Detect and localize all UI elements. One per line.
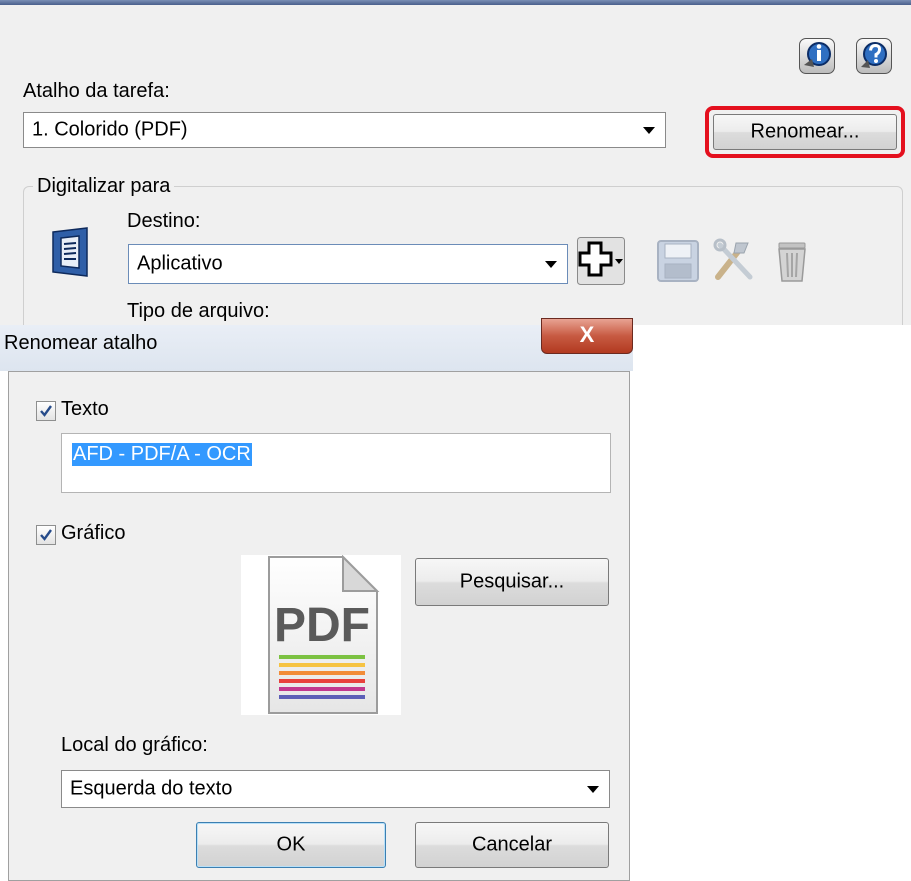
chevron-down-icon — [545, 261, 557, 268]
rename-button[interactable]: Renomear... — [713, 114, 897, 150]
scan-to-group-label: Digitalizar para — [33, 175, 175, 198]
text-checkbox-label: Texto — [61, 398, 109, 420]
task-shortcut-dropdown[interactable]: 1. Colorido (PDF) — [23, 112, 666, 148]
pdf-graphic-text: PDF — [274, 599, 370, 652]
cancel-button[interactable]: Cancelar — [415, 822, 609, 868]
ok-button[interactable]: OK — [196, 822, 386, 868]
chevron-down-icon — [587, 786, 599, 793]
dialog-title: Renomear atalho — [4, 332, 158, 354]
window-top-border — [0, 0, 911, 5]
browse-button[interactable]: Pesquisar... — [415, 558, 609, 606]
destination-value: Aplicativo — [137, 252, 223, 275]
ok-button-label: OK — [276, 833, 306, 856]
main-window-panel: Atalho da tarefa: 1. Colorido (PDF) Reno… — [0, 0, 911, 325]
graphic-checkbox-label: Gráfico — [61, 522, 126, 544]
close-button[interactable]: X — [541, 318, 633, 354]
shortcut-text-selection: AFD - PDF/A - OCR — [72, 443, 252, 466]
graphic-location-dropdown[interactable]: Esquerda do texto — [61, 770, 610, 808]
help-icon — [861, 42, 887, 68]
task-shortcut-value: 1. Colorido (PDF) — [32, 118, 188, 141]
cancel-button-label: Cancelar — [471, 833, 553, 856]
destination-dropdown[interactable]: Aplicativo — [128, 244, 568, 284]
text-checkbox[interactable] — [36, 401, 56, 421]
chevron-down-icon — [643, 127, 655, 134]
graphic-location-label: Local do gráfico: — [61, 734, 208, 756]
graphic-checkbox[interactable] — [36, 525, 56, 545]
checkmark-icon — [40, 529, 52, 541]
info-icon — [804, 42, 831, 67]
task-shortcut-label: Atalho da tarefa: — [23, 80, 170, 102]
tools-icon[interactable] — [710, 237, 758, 285]
pdf-file-icon: PDF — [241, 555, 401, 715]
destination-label: Destino: — [127, 210, 201, 232]
save-icon[interactable] — [654, 237, 702, 285]
trash-icon[interactable] — [768, 237, 816, 285]
application-icon — [52, 227, 88, 277]
checkmark-icon — [40, 405, 52, 417]
add-icon[interactable] — [577, 237, 625, 285]
help-button[interactable] — [856, 38, 892, 74]
browse-button-label: Pesquisar... — [459, 570, 565, 593]
rename-button-label: Renomear... — [750, 120, 860, 143]
file-type-label: Tipo de arquivo: — [127, 300, 270, 322]
shortcut-text-field[interactable]: AFD - PDF/A - OCR — [61, 433, 611, 493]
info-button[interactable] — [799, 38, 835, 74]
close-icon: X — [579, 322, 595, 347]
graphic-location-value: Esquerda do texto — [70, 777, 233, 800]
